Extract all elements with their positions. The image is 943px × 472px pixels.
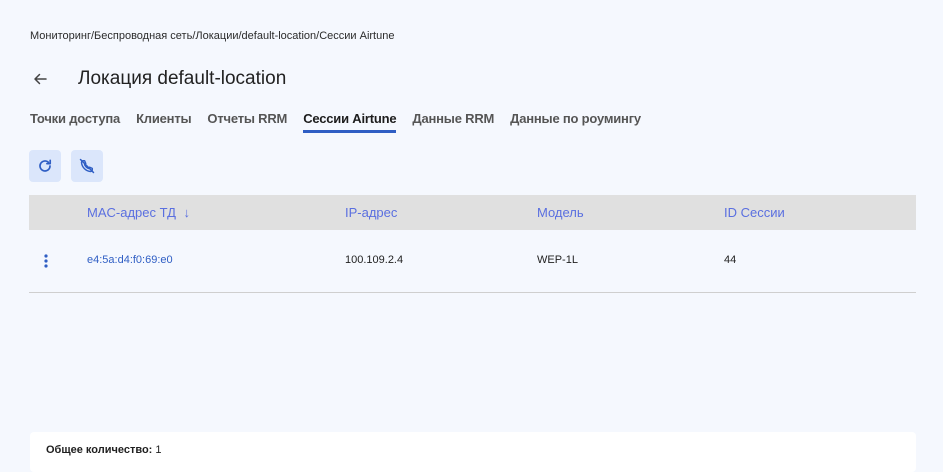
session-id-cell: 44 — [724, 254, 737, 266]
tab-rrm-reports[interactable]: Отчеты RRM — [207, 111, 287, 133]
breadcrumb: Мониторинг/Беспроводная сеть/Локации/def… — [30, 30, 395, 42]
sessions-table: MAC-адрес ТД ↓ IP-адрес Модель ID Сессии… — [29, 195, 916, 293]
back-arrow-icon[interactable] — [30, 69, 50, 89]
total-count-label: Общее количество: — [46, 444, 153, 456]
page-header: Локация default-location — [30, 68, 286, 90]
table-header: MAC-адрес ТД ↓ IP-адрес Модель ID Сессии — [29, 195, 916, 230]
column-header-ip[interactable]: IP-адрес — [345, 205, 397, 220]
row-menu-icon[interactable] — [43, 254, 49, 271]
mac-address-link[interactable]: e4:5a:d4:f0:69:e0 — [87, 254, 173, 266]
toolbar — [29, 150, 103, 182]
column-header-session-id[interactable]: ID Сессии — [724, 205, 785, 220]
refresh-button[interactable] — [29, 150, 61, 182]
tab-bar: Точки доступа Клиенты Отчеты RRM Сессии … — [30, 111, 641, 133]
tab-rrm-data[interactable]: Данные RRM — [412, 111, 494, 133]
disconnect-button[interactable] — [71, 150, 103, 182]
refresh-icon — [39, 159, 52, 172]
sort-desc-icon: ↓ — [183, 205, 191, 220]
ip-address-cell: 100.109.2.4 — [345, 254, 404, 266]
table-row: e4:5a:d4:f0:69:e0 100.109.2.4 WEP-1L 44 — [29, 230, 916, 293]
tab-airtune-sessions[interactable]: Сессии Airtune — [303, 111, 397, 133]
tab-clients[interactable]: Клиенты — [136, 111, 192, 133]
tab-roaming-data[interactable]: Данные по роумингу — [510, 111, 641, 133]
tab-access-points[interactable]: Точки доступа — [30, 111, 120, 133]
total-count-value: 1 — [155, 444, 162, 456]
column-header-model[interactable]: Модель — [537, 205, 584, 220]
model-cell: WEP-1L — [537, 254, 578, 266]
page-title: Локация default-location — [78, 68, 287, 89]
phone-off-icon — [79, 158, 95, 174]
total-count-bar: Общее количество: 1 — [30, 432, 916, 472]
column-header-mac[interactable]: MAC-адрес ТД ↓ — [87, 205, 190, 220]
